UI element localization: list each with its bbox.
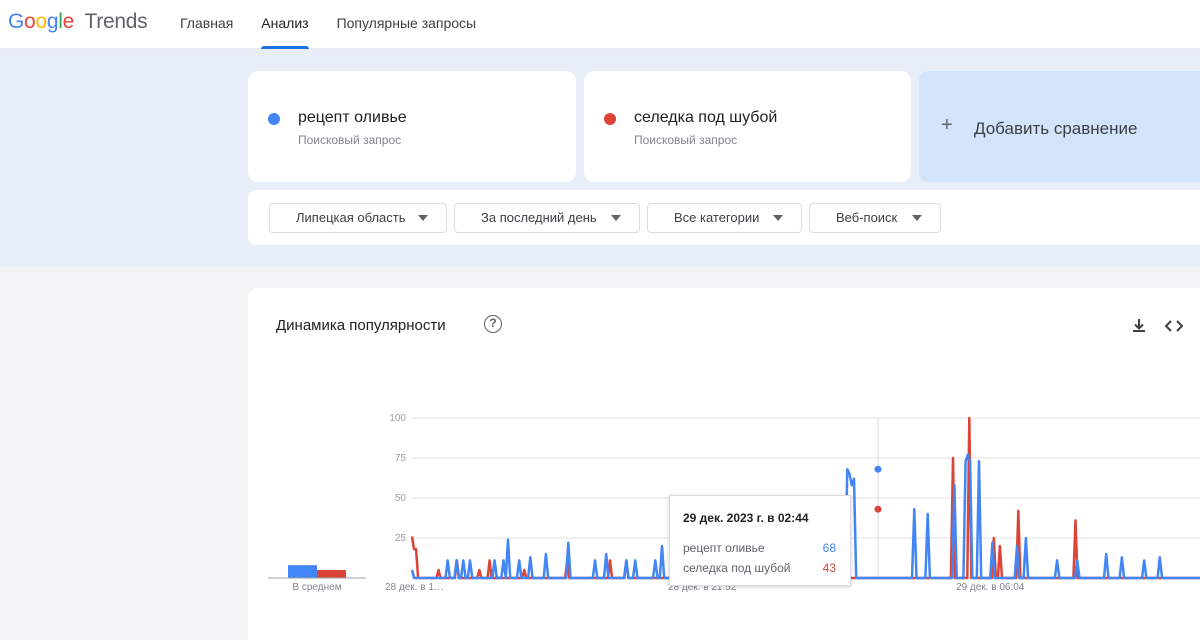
search-type-filter[interactable]: Веб-поиск — [809, 203, 941, 233]
add-comparison-label: Добавить сравнение — [974, 119, 1138, 138]
search-term-type: Поисковый запрос — [298, 133, 402, 147]
nav-explore[interactable]: Анализ — [261, 0, 309, 49]
region-filter[interactable]: Липецкая область — [269, 203, 447, 233]
filter-bar: Липецкая область За последний день Все к… — [248, 190, 1200, 245]
top-bar: Google Trends Главная Анализ Популярные … — [0, 0, 1200, 49]
tooltip-series-value: 68 — [822, 541, 836, 555]
google-trends-logo[interactable]: Google Trends — [8, 10, 148, 34]
tooltip-series-value: 43 — [822, 561, 836, 575]
dropdown-caret-icon — [912, 215, 922, 221]
region-filter-label: Липецкая область — [296, 210, 406, 225]
chart-tooltip: 29 дек. 2023 г. в 02:44 рецепт оливье 68… — [669, 495, 851, 586]
time-range-filter-label: За последний день — [481, 210, 597, 225]
download-icon[interactable] — [1130, 317, 1148, 335]
nav-home[interactable]: Главная — [180, 0, 233, 49]
nav-trending[interactable]: Популярные запросы — [337, 0, 477, 49]
tooltip-series-name: селедка под шубой — [683, 561, 791, 575]
category-filter[interactable]: Все категории — [647, 203, 802, 233]
search-term-card-2[interactable]: селедка под шубой Поисковый запрос — [584, 71, 911, 182]
search-term-type: Поисковый запрос — [634, 133, 738, 147]
search-type-filter-label: Веб-поиск — [836, 210, 898, 225]
category-filter-label: Все категории — [674, 210, 760, 225]
dropdown-caret-icon — [611, 215, 621, 221]
dropdown-caret-icon — [418, 215, 428, 221]
time-range-filter[interactable]: За последний день — [454, 203, 640, 233]
series-color-dot — [604, 113, 616, 125]
logo-product: Trends — [84, 10, 148, 33]
tooltip-series-name: рецепт оливье — [683, 541, 765, 555]
series-color-dot — [268, 113, 280, 125]
embed-code-icon[interactable] — [1164, 317, 1184, 335]
help-icon[interactable]: ? — [484, 315, 502, 333]
plus-icon: + — [941, 114, 953, 136]
add-comparison-button[interactable]: + Добавить сравнение — [919, 71, 1200, 182]
search-term-name[interactable]: рецепт оливье — [298, 109, 407, 127]
logo-google: Google — [8, 10, 74, 33]
tooltip-date: 29 дек. 2023 г. в 02:44 — [683, 511, 809, 525]
chart-title: Динамика популярности — [276, 317, 446, 334]
main-nav: Главная Анализ Популярные запросы — [180, 0, 476, 49]
search-term-card-1[interactable]: рецепт оливье Поисковый запрос — [248, 71, 576, 182]
search-term-name[interactable]: селедка под шубой — [634, 109, 777, 127]
interest-over-time-card: Динамика популярности ? — [248, 288, 1200, 640]
dropdown-caret-icon — [773, 215, 783, 221]
